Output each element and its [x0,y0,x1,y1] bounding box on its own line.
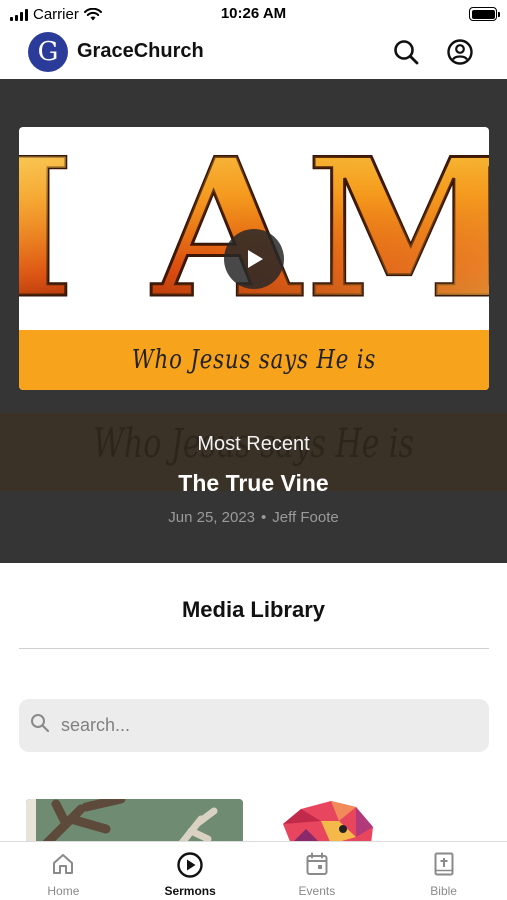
church-logo[interactable]: G [28,32,68,72]
search-button[interactable] [391,37,421,67]
play-icon [248,250,263,268]
tab-bible[interactable]: Bible [380,842,507,900]
branch-artwork [26,799,243,844]
user-circle-icon [447,39,473,65]
media-thumbnail[interactable] [261,799,481,844]
tab-sermons[interactable]: Sermons [127,842,254,900]
profile-button[interactable] [445,37,475,67]
artwork-title: I AM I AM [19,127,489,327]
search-icon [394,40,419,65]
play-circle-icon [177,852,203,878]
divider [19,648,489,649]
svg-text:I AM: I AM [19,127,489,327]
sermon-date: Jun 25, 2023 [168,509,256,526]
status-bar: Carrier 10:26 AM [0,0,507,28]
play-button[interactable] [224,229,284,289]
sermon-meta: Jun 25, 2023 • Jeff Foote [0,509,507,526]
search-field[interactable] [19,699,489,752]
tab-bible-label: Bible [430,884,457,898]
tab-home[interactable]: Home [0,842,127,900]
clock: 10:26 AM [220,5,287,22]
media-library-title: Media Library [181,597,326,622]
sermon-speaker: Jeff Foote [272,509,339,526]
most-recent-hero[interactable]: I AM I AM Who Jesus says He is Who Jesus… [0,79,507,563]
calendar-icon [306,852,328,875]
tab-events[interactable]: Events [254,842,381,900]
battery-icon [469,7,500,21]
lion-artwork [283,801,373,844]
tab-home-label: Home [47,884,80,898]
media-thumbnail[interactable] [26,799,243,844]
app-header: G GraceChurch [0,28,507,79]
tab-events-label: Events [298,884,336,898]
search-icon [31,714,50,733]
app-name: GraceChurch [77,40,204,62]
artwork-subtitle-band: Who Jesus says He is [19,330,489,390]
section-label: Most Recent [197,433,310,455]
tab-sermons-label: Sermons [164,884,216,898]
bible-icon [434,852,454,876]
meta-separator: • [261,509,267,526]
home-icon [53,854,74,874]
artwork-subtitle: Who Jesus says He is [131,345,377,375]
sermon-title[interactable]: The True Vine [0,470,507,497]
sermon-artwork[interactable]: I AM I AM Who Jesus says He is [19,127,489,390]
tab-bar: Home Sermons Events Bible [0,841,507,900]
search-input[interactable] [61,699,481,752]
